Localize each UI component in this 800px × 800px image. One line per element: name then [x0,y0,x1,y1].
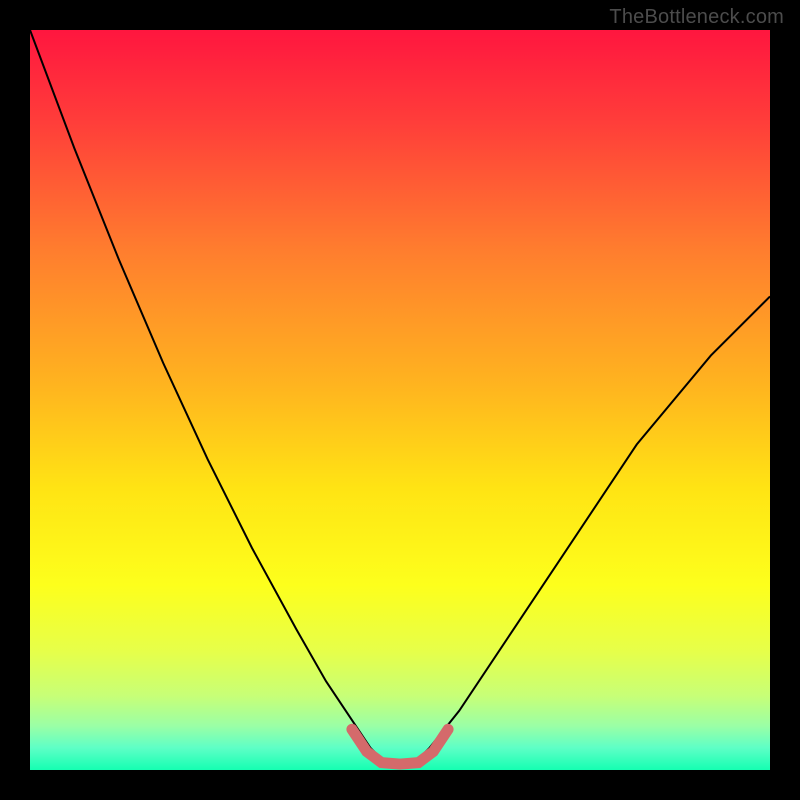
bottleneck-curve [30,30,770,763]
trough-highlight [352,729,448,764]
curve-layer [30,30,770,770]
watermark-text: TheBottleneck.com [609,6,784,29]
chart-frame: TheBottleneck.com [0,0,800,800]
plot-area [30,30,770,770]
